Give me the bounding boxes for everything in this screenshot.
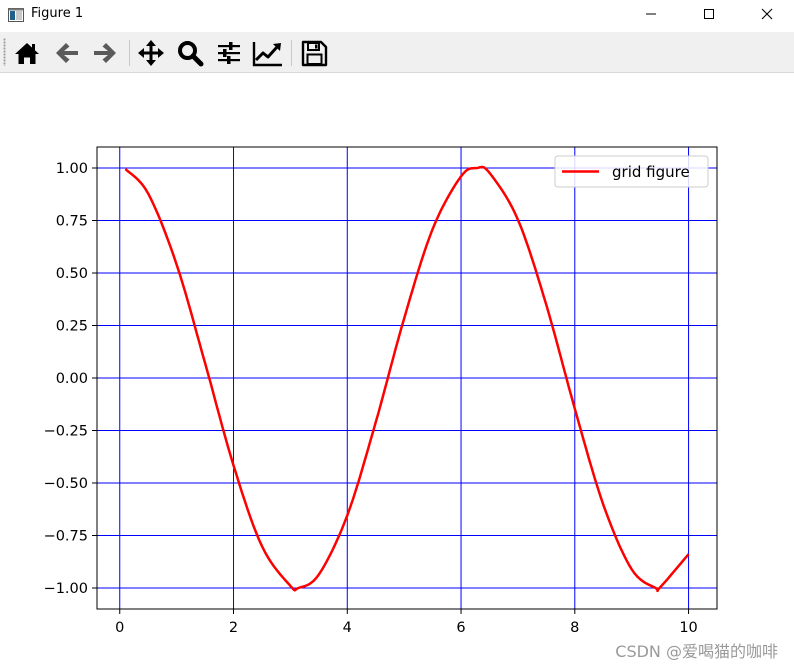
maximize-button[interactable] (684, 0, 734, 30)
customize-button[interactable] (252, 38, 282, 68)
watermark: CSDN @爱喝猫的咖啡 (615, 642, 778, 661)
magnifier-icon (178, 41, 204, 67)
y-tick-label: −0.50 (44, 476, 88, 492)
line-chart-icon (252, 42, 282, 67)
y-tick-label: 0.75 (56, 214, 88, 230)
title-bar: Figure 1 (0, 0, 794, 32)
x-tick-label: 2 (229, 620, 238, 636)
move-icon (138, 40, 164, 66)
toolbar-grip[interactable] (3, 38, 6, 66)
back-button[interactable] (52, 38, 82, 68)
arrow-left-icon (56, 43, 78, 63)
x-tick-label: 4 (343, 620, 352, 636)
toolbar-separator (129, 40, 130, 66)
matplotlib-figure-icon (8, 7, 24, 26)
forward-button[interactable] (90, 38, 120, 68)
legend-label: grid figure (612, 163, 690, 181)
x-tick-label: 6 (456, 620, 465, 636)
y-tick-label: 1.00 (56, 161, 88, 177)
floppy-disk-icon (301, 40, 328, 67)
home-button[interactable] (12, 38, 42, 68)
subplots-button[interactable] (214, 38, 244, 68)
close-icon (761, 8, 773, 20)
legend: grid figure (554, 155, 709, 188)
y-tick-label: 0.50 (56, 266, 88, 282)
zoom-button[interactable] (175, 38, 205, 68)
line-chart[interactable]: 0 2 4 6 8 10 1.00 0.75 0.50 0.25 0.00 −0.25 −0.50 −0.… (0, 73, 794, 668)
window-title: Figure 1 (31, 6, 84, 21)
figure-canvas[interactable]: 0 2 4 6 8 10 1.00 0.75 0.50 0.25 0.00 −0.25 −0.50 −0.… (0, 73, 794, 668)
maximize-icon (704, 9, 714, 19)
y-tick-label: −0.25 (44, 424, 88, 440)
x-tick-label: 8 (570, 620, 579, 636)
close-button[interactable] (742, 0, 792, 30)
toolbar-separator (291, 40, 292, 66)
sliders-icon (218, 42, 240, 64)
pan-button[interactable] (136, 38, 166, 68)
minimize-icon (646, 13, 656, 15)
x-tick-label: 0 (115, 620, 124, 636)
arrow-right-icon (94, 43, 116, 63)
x-tick-label: 10 (679, 620, 697, 636)
y-tick-label: 0.25 (56, 319, 88, 335)
save-button[interactable] (299, 38, 329, 68)
y-tick-label: 0.00 (56, 371, 88, 387)
navigation-toolbar (0, 32, 794, 73)
minimize-button[interactable] (626, 0, 676, 30)
y-tick-label: −1.00 (44, 581, 88, 597)
y-tick-label: −0.75 (44, 529, 88, 545)
home-icon (15, 43, 39, 64)
